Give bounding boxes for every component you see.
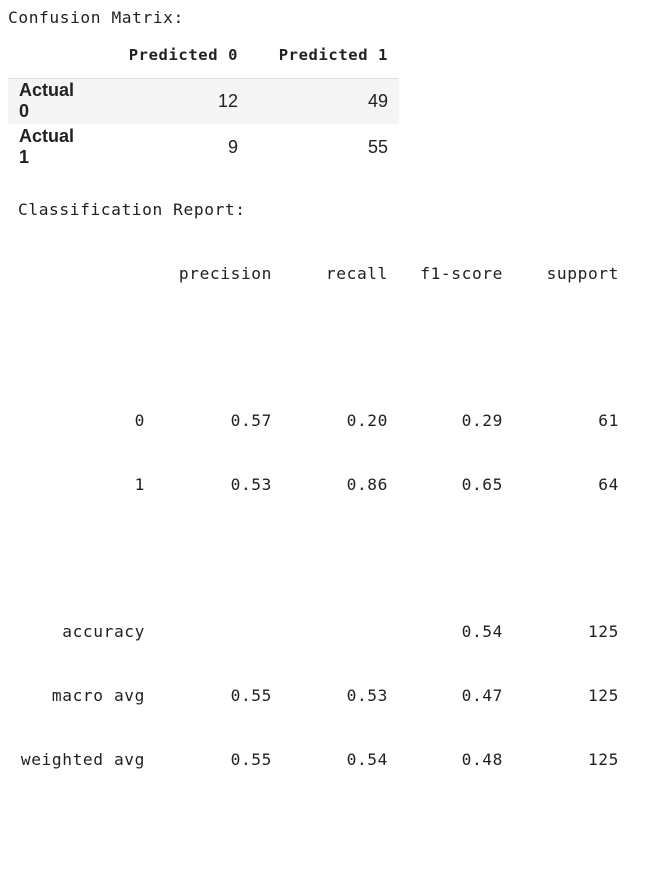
precision-value: 0.55 [230, 750, 272, 769]
report-row-weighted-avg: weighted avg 0.55 0.54 0.48 125 [0, 750, 640, 776]
recall-value: 0.86 [346, 475, 388, 494]
cell-actual-1-predicted-0: 9 [227, 136, 238, 157]
f1-value: 0.48 [461, 750, 503, 769]
report-spacer [0, 539, 640, 565]
column-header-predicted-1: Predicted 1 [249, 32, 399, 79]
f1-value: 0.65 [461, 475, 503, 494]
report-spacer [0, 328, 640, 354]
row-header-actual-1: Actual 1 [19, 126, 75, 167]
classification-report-header-row: precision recall f1-score support [0, 264, 640, 290]
row-label: macro avg [51, 686, 145, 705]
confusion-matrix-row-actual-1: Actual 1 9 55 [8, 124, 399, 170]
row-label: accuracy [62, 622, 145, 641]
classification-report: precision recall f1-score support 0 0.57… [0, 226, 640, 795]
cell-actual-0-predicted-1: 49 [367, 90, 388, 111]
report-row-class-0: 0 0.57 0.20 0.29 61 [0, 411, 640, 437]
recall-value: 0.20 [346, 411, 388, 430]
support-value: 125 [587, 750, 619, 769]
header-recall: recall [325, 264, 388, 283]
confusion-matrix-row-actual-0: Actual 0 12 49 [8, 78, 399, 124]
row-label: 0 [134, 411, 145, 430]
header-f1-score: f1-score [420, 264, 503, 283]
column-header-predicted-0: Predicted 0 [99, 32, 249, 79]
row-label: 1 [134, 475, 145, 494]
cell-actual-0-predicted-0: 12 [217, 90, 238, 111]
confusion-matrix-title: Confusion Matrix: [8, 8, 184, 27]
support-value: 64 [598, 475, 619, 494]
header-precision: precision [178, 264, 272, 283]
f1-value: 0.54 [461, 622, 503, 641]
confusion-matrix-header-row: Predicted 0 Predicted 1 [8, 32, 399, 79]
header-support: support [546, 264, 619, 283]
row-label: weighted avg [20, 750, 145, 769]
row-header-actual-0: Actual 0 [19, 80, 75, 122]
f1-value: 0.29 [461, 411, 503, 430]
support-value: 125 [587, 686, 619, 705]
cell-actual-1-predicted-1: 55 [367, 136, 388, 157]
confusion-matrix-corner [8, 32, 99, 79]
precision-value: 0.55 [230, 686, 272, 705]
recall-value: 0.54 [346, 750, 388, 769]
report-row-class-1: 1 0.53 0.86 0.65 64 [0, 475, 640, 501]
f1-value: 0.47 [461, 686, 503, 705]
support-value: 125 [587, 622, 619, 641]
report-row-macro-avg: macro avg 0.55 0.53 0.47 125 [0, 686, 640, 712]
confusion-matrix-table: Predicted 0 Predicted 1 Actual 0 12 49 A… [8, 32, 399, 170]
precision-value: 0.57 [230, 411, 272, 430]
recall-value: 0.53 [346, 686, 388, 705]
report-row-accuracy: accuracy 0.54 125 [0, 622, 640, 648]
precision-value: 0.53 [230, 475, 272, 494]
support-value: 61 [598, 411, 619, 430]
classification-report-title: Classification Report: [18, 200, 246, 219]
